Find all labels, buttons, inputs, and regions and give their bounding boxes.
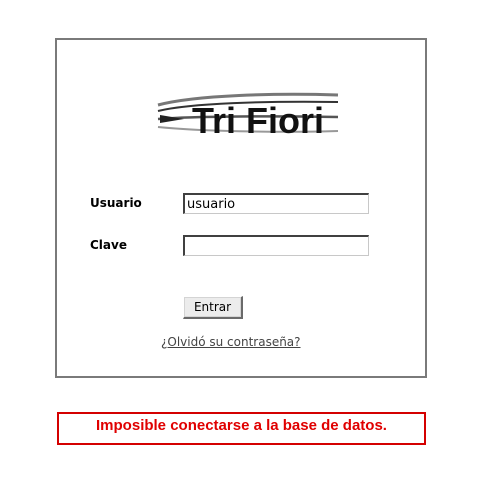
login-panel: Tri Fiori Usuario Clave Entrar ¿Olvidó s… — [55, 38, 427, 378]
error-message: Imposible conectarse a la base de datos. — [96, 417, 387, 434]
username-input[interactable] — [183, 193, 369, 214]
username-label: Usuario — [90, 196, 142, 210]
password-label: Clave — [90, 238, 127, 252]
forgot-password-link[interactable]: ¿Olvidó su contraseña? — [161, 335, 301, 349]
error-message-box: Imposible conectarse a la base de datos. — [57, 412, 426, 445]
submit-button[interactable]: Entrar — [183, 296, 243, 319]
svg-text:Tri Fiori: Tri Fiori — [192, 100, 324, 139]
password-input[interactable] — [183, 235, 369, 256]
tri-fiori-logo: Tri Fiori — [156, 89, 342, 139]
